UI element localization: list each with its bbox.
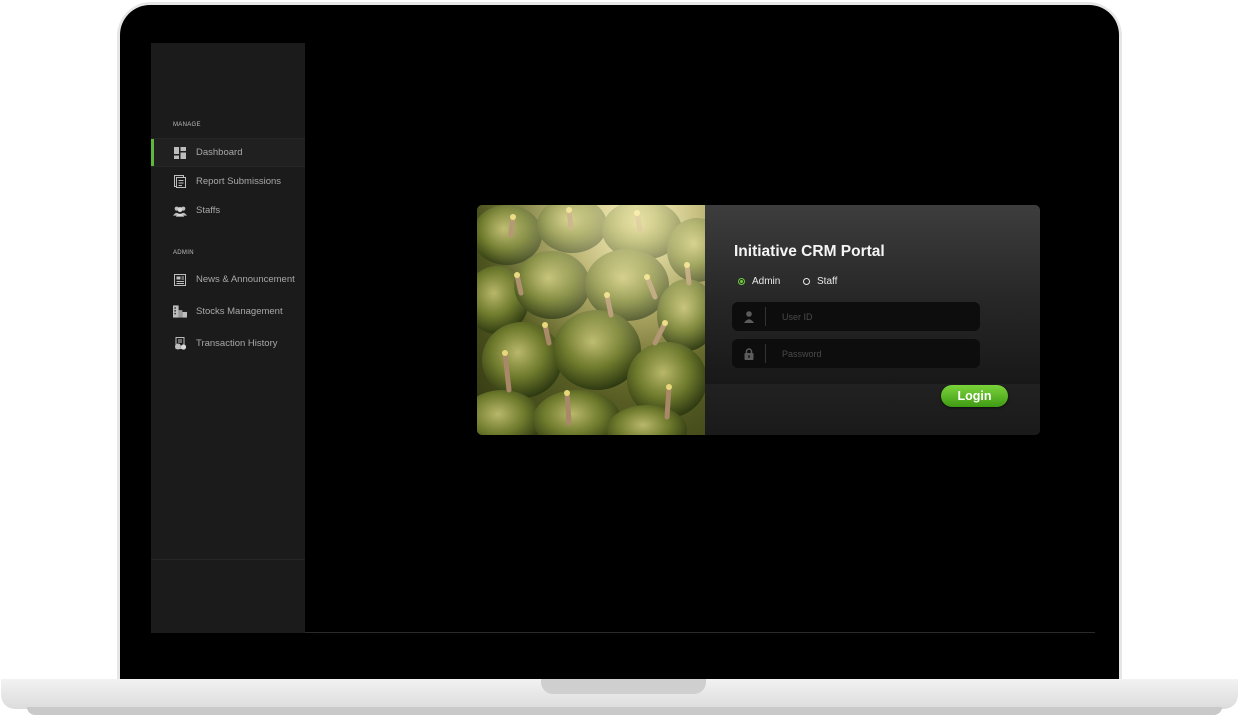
sidebar-item-label: Stocks Management: [196, 306, 283, 317]
sidebar-item-stocks-management[interactable]: Stocks Management: [151, 297, 305, 326]
sidebar-item-label: Transaction History: [196, 338, 278, 349]
sidebar: MANAGE Dashboard Report Submissions Staf…: [151, 43, 305, 633]
report-icon: [173, 175, 187, 189]
sidebar-item-staffs[interactable]: Staffs: [151, 196, 305, 225]
user-id-field: [732, 302, 980, 331]
login-card: Initiative CRM Portal Admin Staff Login: [477, 205, 1040, 435]
stocks-icon: [173, 305, 187, 319]
sidebar-footer: [151, 559, 305, 633]
sidebar-item-label: Staffs: [196, 205, 221, 216]
sidebar-item-dashboard[interactable]: Dashboard: [151, 138, 305, 167]
role-radio-staff[interactable]: Staff: [803, 276, 837, 287]
screen-divider: [305, 632, 1095, 633]
lock-icon: [732, 344, 766, 363]
sidebar-item-label: News & Announcement: [196, 274, 295, 285]
user-icon: [732, 307, 766, 326]
durian-photo: [477, 205, 705, 435]
section-label-manage: MANAGE: [173, 122, 201, 128]
laptop-base-shadow: [27, 707, 1222, 715]
radio-label: Staff: [817, 276, 838, 287]
transaction-icon: [173, 337, 187, 351]
section-label-admin: ADMIN: [173, 250, 194, 256]
password-input[interactable]: [782, 348, 962, 359]
radio-dot[interactable]: [738, 278, 745, 285]
dashboard-icon: [173, 146, 187, 160]
sidebar-item-label: Dashboard: [196, 147, 243, 158]
sidebar-item-transaction-history[interactable]: Transaction History: [151, 329, 305, 358]
sidebar-item-news-announcement[interactable]: News & Announcement: [151, 265, 305, 294]
laptop-notch: [541, 679, 706, 694]
sidebar-item-report-submissions[interactable]: Report Submissions: [151, 167, 305, 196]
sidebar-item-label: Report Submissions: [196, 176, 282, 187]
password-field: [732, 339, 980, 368]
page-title: Initiative CRM Portal: [734, 243, 885, 260]
radio-dot[interactable]: [803, 278, 810, 285]
users-icon: [173, 204, 187, 218]
user-id-input[interactable]: [782, 311, 962, 322]
news-icon: [173, 273, 187, 287]
login-button[interactable]: Login: [941, 385, 1008, 407]
radio-label: Admin: [752, 276, 781, 287]
screen: MANAGE Dashboard Report Submissions Staf…: [151, 43, 1095, 633]
role-radio-admin[interactable]: Admin: [738, 276, 780, 287]
